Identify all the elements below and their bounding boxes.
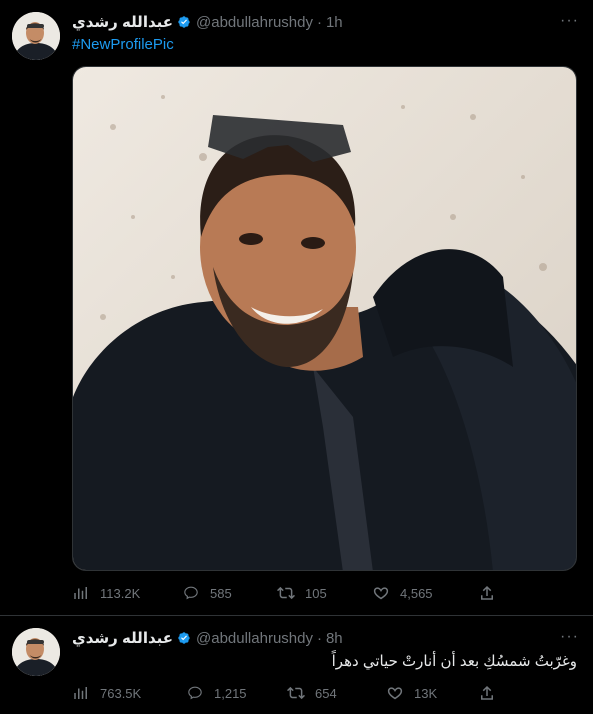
retweet-icon xyxy=(287,684,305,702)
author-name[interactable]: عبدالله رشدي xyxy=(72,629,173,647)
avatar[interactable] xyxy=(12,12,60,60)
views-button[interactable]: 763.5K xyxy=(72,684,141,702)
retweet-count: 654 xyxy=(315,685,337,701)
avatar-image xyxy=(12,12,60,60)
reply-icon xyxy=(186,684,204,702)
like-icon xyxy=(386,684,404,702)
tweet-actions: 113.2K 585 105 4,565 xyxy=(72,584,512,604)
avatar[interactable] xyxy=(12,628,60,676)
share-button[interactable] xyxy=(478,684,506,702)
views-icon xyxy=(72,684,90,702)
retweet-count: 105 xyxy=(305,585,327,601)
separator-dot: · xyxy=(316,13,322,31)
author-name[interactable]: عبدالله رشدي xyxy=(72,13,173,31)
tweet-header: عبدالله رشدي @abdullahrushdy · 8h ··· xyxy=(72,628,579,648)
author-handle[interactable]: @abdullahrushdy xyxy=(196,14,313,31)
share-icon xyxy=(478,684,496,702)
tweet-text: وغرّبتُ شمسُكِ بعد أن أنارتْ حياتي دهراً xyxy=(331,653,577,670)
author-handle[interactable]: @abdullahrushdy xyxy=(196,630,313,647)
views-count: 113.2K xyxy=(100,585,141,601)
verified-badge-icon xyxy=(176,14,192,30)
reply-count: 585 xyxy=(210,585,232,601)
tweet-photo[interactable] xyxy=(72,66,577,571)
more-options-icon[interactable]: ··· xyxy=(560,12,579,30)
like-icon xyxy=(372,584,390,602)
hashtag-link[interactable]: #NewProfilePic xyxy=(72,36,174,53)
retweet-icon xyxy=(277,584,295,602)
reply-count: 1,215 xyxy=(214,685,247,701)
tweet-actions: 763.5K 1,215 654 13K xyxy=(72,684,512,704)
views-icon xyxy=(72,584,90,602)
tweet-1[interactable]: عبدالله رشدي @abdullahrushdy · 1h ··· #N… xyxy=(0,0,593,615)
like-count: 13K xyxy=(414,685,438,701)
share-button[interactable] xyxy=(478,584,506,602)
reply-icon xyxy=(182,584,200,602)
like-count: 4,565 xyxy=(400,585,433,601)
like-button[interactable]: 13K xyxy=(386,684,437,702)
separator-dot: · xyxy=(316,629,322,647)
retweet-button[interactable]: 654 xyxy=(287,684,337,702)
timestamp[interactable]: 8h xyxy=(326,630,343,647)
reply-button[interactable]: 1,215 xyxy=(186,684,247,702)
verified-badge-icon xyxy=(176,630,192,646)
share-icon xyxy=(478,584,496,602)
avatar-image xyxy=(12,628,60,676)
like-button[interactable]: 4,565 xyxy=(372,584,433,602)
tweet-header: عبدالله رشدي @abdullahrushdy · 1h ··· xyxy=(72,12,579,32)
retweet-button[interactable]: 105 xyxy=(277,584,327,602)
tweet-2[interactable]: عبدالله رشدي @abdullahrushdy · 8h ··· وغ… xyxy=(0,616,593,714)
views-button[interactable]: 113.2K xyxy=(72,584,140,602)
timestamp[interactable]: 1h xyxy=(326,14,343,31)
more-options-icon[interactable]: ··· xyxy=(560,628,579,646)
views-count: 763.5K xyxy=(100,685,142,701)
reply-button[interactable]: 585 xyxy=(182,584,232,602)
profile-photo-image xyxy=(73,67,576,570)
